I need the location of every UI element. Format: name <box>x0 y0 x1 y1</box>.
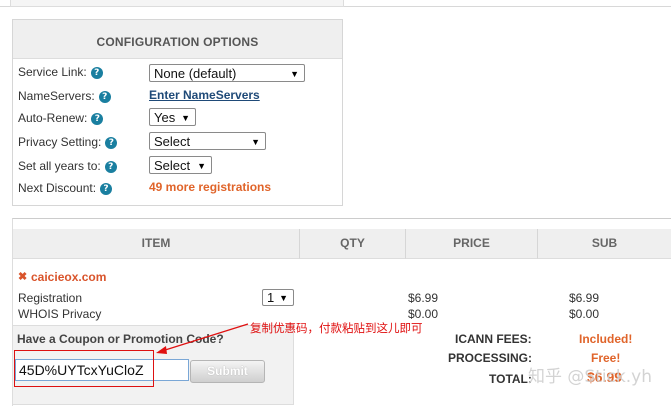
dropdown-arrow-icon: ▼ <box>279 293 288 303</box>
dropdown-arrow-icon: ▼ <box>251 137 260 147</box>
auto-renew-label: Auto-Renew:? <box>18 111 104 125</box>
previous-panel-edge <box>10 0 344 7</box>
icann-fees-value: Included! <box>579 332 633 346</box>
processing-label: PROCESSING: <box>448 351 533 365</box>
set-all-years-label: Set all years to:? <box>18 159 117 173</box>
whois-privacy-item: WHOIS Privacy <box>18 307 102 321</box>
remove-domain-icon[interactable]: ✖ <box>18 270 27 283</box>
registration-subtotal: $6.99 <box>569 291 600 305</box>
service-link-select[interactable]: None (default) ▼ <box>149 64 305 82</box>
privacy-setting-select[interactable]: Select ▼ <box>149 132 266 150</box>
help-icon[interactable]: ? <box>98 91 111 103</box>
column-header-price: PRICE <box>406 229 538 259</box>
enter-nameservers-link[interactable]: Enter NameServers <box>149 88 260 102</box>
dropdown-arrow-icon: ▼ <box>197 161 206 171</box>
icann-fees-label: ICANN FEES: <box>455 332 532 346</box>
highlight-box <box>14 350 154 387</box>
registration-price: $6.99 <box>408 291 439 305</box>
coupon-submit-button[interactable]: Submit <box>190 360 265 383</box>
total-label: TOTAL: <box>489 372 532 386</box>
service-link-label: Service Link:? <box>18 65 103 79</box>
next-discount-label: Next Discount:? <box>18 181 113 195</box>
annotation-text: 复制优惠码，付款粘贴到这儿即可 <box>250 321 423 335</box>
registration-item: Registration <box>18 291 83 305</box>
dropdown-arrow-icon: ▼ <box>290 69 299 79</box>
dropdown-arrow-icon: ▼ <box>181 113 190 123</box>
column-header-sub: SUB <box>538 229 671 259</box>
privacy-setting-label: Privacy Setting:? <box>18 135 118 149</box>
column-header-qty: QTY <box>300 229 406 259</box>
set-all-years-select[interactable]: Select ▼ <box>149 156 212 174</box>
next-discount-value: 49 more registrations <box>149 180 272 194</box>
help-icon[interactable]: ? <box>90 67 103 79</box>
column-header-item: ITEM <box>13 229 300 259</box>
quantity-select[interactable]: 1 ▼ <box>262 289 294 306</box>
annotation-arrow <box>156 323 249 354</box>
help-icon[interactable]: ? <box>91 113 104 125</box>
domain-name: caicieox.com <box>31 270 107 284</box>
help-icon[interactable]: ? <box>104 161 117 173</box>
nameservers-label: NameServers:? <box>18 89 111 103</box>
whois-privacy-price: $0.00 <box>408 307 439 321</box>
help-icon[interactable]: ? <box>105 137 118 149</box>
watermark: 知乎 @Stick.yh <box>528 367 653 387</box>
auto-renew-select[interactable]: Yes ▼ <box>149 108 196 126</box>
whois-privacy-subtotal: $0.00 <box>569 307 600 321</box>
configuration-options-title: CONFIGURATION OPTIONS <box>13 20 342 59</box>
configuration-options-panel: CONFIGURATION OPTIONS Service Link:? Non… <box>12 19 343 206</box>
help-icon[interactable]: ? <box>100 183 113 195</box>
